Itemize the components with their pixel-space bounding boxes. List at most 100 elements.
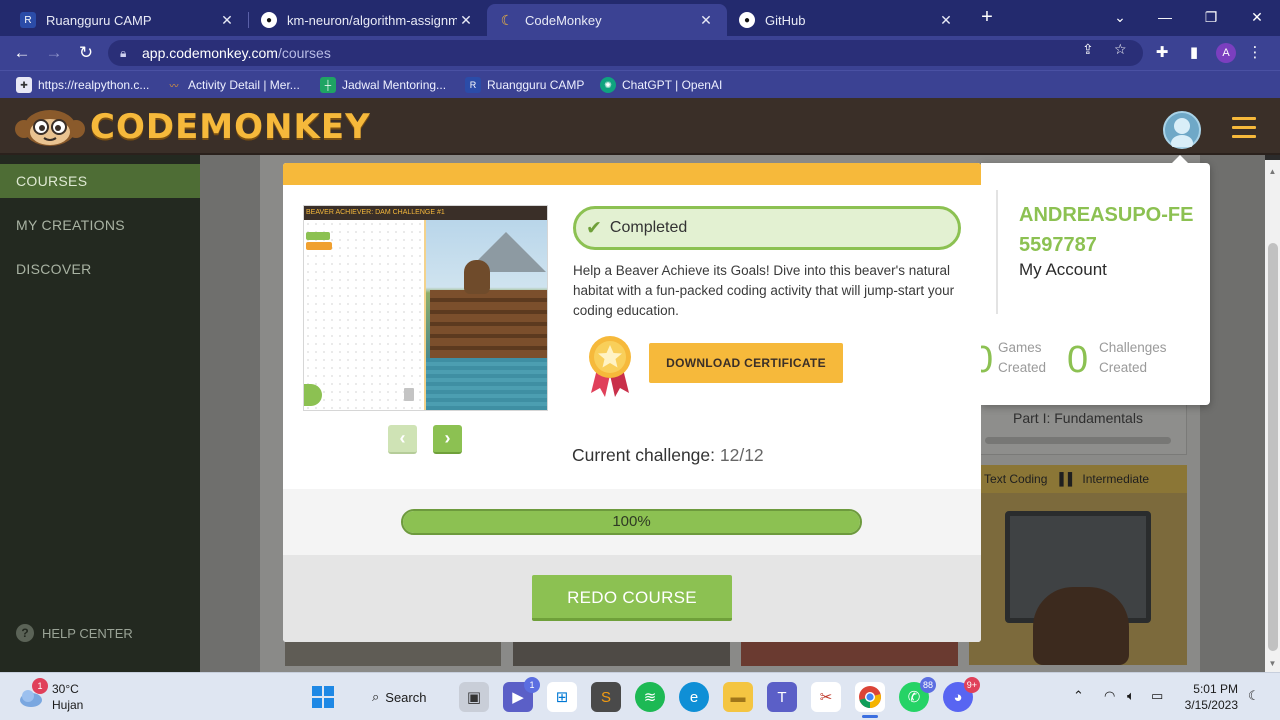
challenges-created-count: 0 [1067,339,1089,381]
redo-course-button[interactable]: REDO COURSE [532,575,732,621]
activity-icon: 〰 [169,80,179,91]
scroll-down-icon[interactable]: ▼ [1265,657,1280,671]
weather-cloud-icon: 1 [18,678,48,710]
wifi-icon[interactable]: ◠ [1104,688,1115,704]
sidebar-item-courses[interactable]: COURSES [0,164,200,198]
new-tab-button[interactable]: + [976,6,998,28]
tag-text-coding: Text Coding [984,472,1048,486]
forward-icon[interactable]: → [42,42,66,64]
sidebar-item-my-creations[interactable]: MY CREATIONS [0,208,200,242]
weather-widget[interactable]: 1 30°C Hujan [18,678,84,713]
bookmark-activity-detail[interactable]: 〰 Activity Detail | Mer... [166,75,299,95]
codemonkey-logo[interactable]: CODEMONKEY [14,106,371,148]
tab-label: Ruangguru CAMP [46,12,152,28]
profile-avatar[interactable]: A [1216,43,1236,63]
trash-icon [404,388,414,401]
close-tab-icon[interactable]: ✕ [457,12,475,29]
minimize-icon[interactable]: — [1150,6,1180,28]
weather-condition: Hujan [52,698,84,712]
help-center-label: HELP CENTER [42,625,133,641]
more-menu-icon[interactable]: ⋮ [1244,42,1266,64]
course-modal: BEAVER ACHIEVER: DAM CHALLENGE #1 ‹ › ✔ … [283,163,981,642]
tab-search-chevron-icon[interactable]: ⌄ [1105,6,1135,28]
close-tab-icon[interactable]: ✕ [937,12,955,29]
tab-label: GitHub [765,12,806,28]
course-part-label: Part I: Fundamentals [1013,410,1143,426]
teams-icon[interactable]: T [767,682,797,712]
taskbar-search-button[interactable]: ⌕ Search [362,683,434,711]
chrome-icon[interactable] [855,682,885,712]
close-tab-icon[interactable]: ✕ [218,12,236,29]
sidebar-item-discover[interactable]: DISCOVER [0,252,200,286]
course-part-card[interactable]: Part I: Fundamentals [978,403,1187,455]
restore-icon[interactable]: ❐ [1196,6,1226,28]
clock-time: 5:01 PM [1193,682,1238,696]
microsoft-store-icon[interactable]: ⊞ [547,682,577,712]
weather-badge: 1 [32,678,48,694]
tab-label: km-neuron/algorithm-assignmen [287,12,457,28]
notification-badge: 1 [524,677,540,693]
search-label: Search [385,689,427,705]
scrollbar-thumb[interactable] [1268,243,1278,651]
bookmarks-bar: ✚ https://realpython.c... 〰 Activity Det… [0,70,1280,98]
bookmark-ruangguru[interactable]: R Ruangguru CAMP [465,75,584,95]
tab-github[interactable]: ● GitHub ✕ [727,4,967,36]
discord-icon[interactable]: ◕ 9+ [943,677,980,712]
bookmark-chatgpt[interactable]: ✺ ChatGPT | OpenAI [600,75,722,95]
help-icon: ? [16,624,34,642]
file-explorer-icon[interactable]: ▣ [459,682,489,712]
close-window-icon[interactable]: ✕ [1242,6,1272,28]
windows-start-icon[interactable] [308,682,338,712]
spotify-icon[interactable]: ≋ [635,682,665,712]
volume-icon[interactable]: 🔈︎ [1127,688,1135,704]
bookmark-label: https://realpython.c... [38,78,150,92]
sheets-icon: ┼ [320,77,336,93]
course-description: Help a Beaver Achieve its Goals! Dive in… [573,263,955,318]
system-clock[interactable]: 5:01 PM 3/15/2023 [1180,681,1238,713]
next-challenge-button[interactable]: › [433,425,462,454]
edge-icon[interactable]: e [679,682,709,712]
close-tab-icon[interactable]: ✕ [697,12,715,29]
openai-icon: ✺ [600,77,616,93]
url-domain: app.codemonkey.com [142,45,278,61]
user-avatar[interactable] [1163,111,1201,151]
extensions-icon[interactable]: ✚ [1151,42,1173,64]
tab-ruangguru[interactable]: R Ruangguru CAMP ✕ [8,4,248,36]
bookmark-star-icon[interactable]: ☆ [1114,41,1127,58]
show-hidden-icons-icon[interactable]: ⌃ [1073,688,1084,704]
snipping-tool-icon[interactable]: ✂ [811,682,841,712]
browser-tab-bar: R Ruangguru CAMP ✕ ● km-neuron/algorithm… [0,0,1280,36]
account-username: ANDREASUPO-FE5597787 [1019,204,1194,256]
tab-codemonkey[interactable]: ☾ CodeMonkey ✕ [487,4,727,36]
previous-challenge-button[interactable]: ‹ [388,425,417,454]
share-icon[interactable]: ⇪ [1082,41,1094,58]
clock-date: 3/15/2023 [1184,698,1238,712]
current-challenge: Current challenge: 12/12 [572,445,764,466]
help-center-link[interactable]: ? HELP CENTER [16,624,133,642]
reload-icon[interactable]: ↻ [74,42,98,64]
lock-icon: 🔒︎ [120,46,127,60]
ruangguru-icon: R [465,77,481,93]
tab-github-repo[interactable]: ● km-neuron/algorithm-assignmen ✕ [249,4,487,36]
address-bar[interactable]: 🔒︎ app.codemonkey.com/courses [108,40,1143,66]
notifications-moon-icon[interactable]: ☾ [1248,688,1260,704]
monkey-logo-icon [15,110,85,146]
account-popup: ANDREASUPO-FE5597787 My Account 0 Games … [972,155,1210,405]
back-icon[interactable]: ← [10,42,34,64]
side-panel-icon[interactable]: ▮ [1183,42,1205,64]
battery-icon[interactable]: ▭ [1151,688,1163,704]
folder-icon[interactable]: ▬ [723,682,753,712]
teams-chat-icon[interactable]: ▶ 1 [503,677,540,712]
address-toolbar: ← → ↻ 🔒︎ app.codemonkey.com/courses ⇪ ☆ … [0,36,1280,70]
water-shape [426,358,547,410]
bookmark-jadwal-mentoring[interactable]: ┼ Jadwal Mentoring... [320,75,446,95]
download-certificate-button[interactable]: DOWNLOAD CERTIFICATE [649,343,843,383]
bookmark-realpython[interactable]: ✚ https://realpython.c... [16,75,149,95]
my-account-link[interactable]: My Account [1019,260,1107,280]
course-thumbnail-card[interactable]: < Text Coding ▌▌ Intermediate [969,465,1187,665]
scroll-up-icon[interactable]: ▲ [1265,165,1280,179]
hamburger-menu-icon[interactable] [1232,117,1256,139]
search-icon: ⌕ [372,689,380,704]
whatsapp-icon[interactable]: ✆ 88 [899,677,936,712]
sublime-text-icon[interactable]: S [591,682,621,712]
